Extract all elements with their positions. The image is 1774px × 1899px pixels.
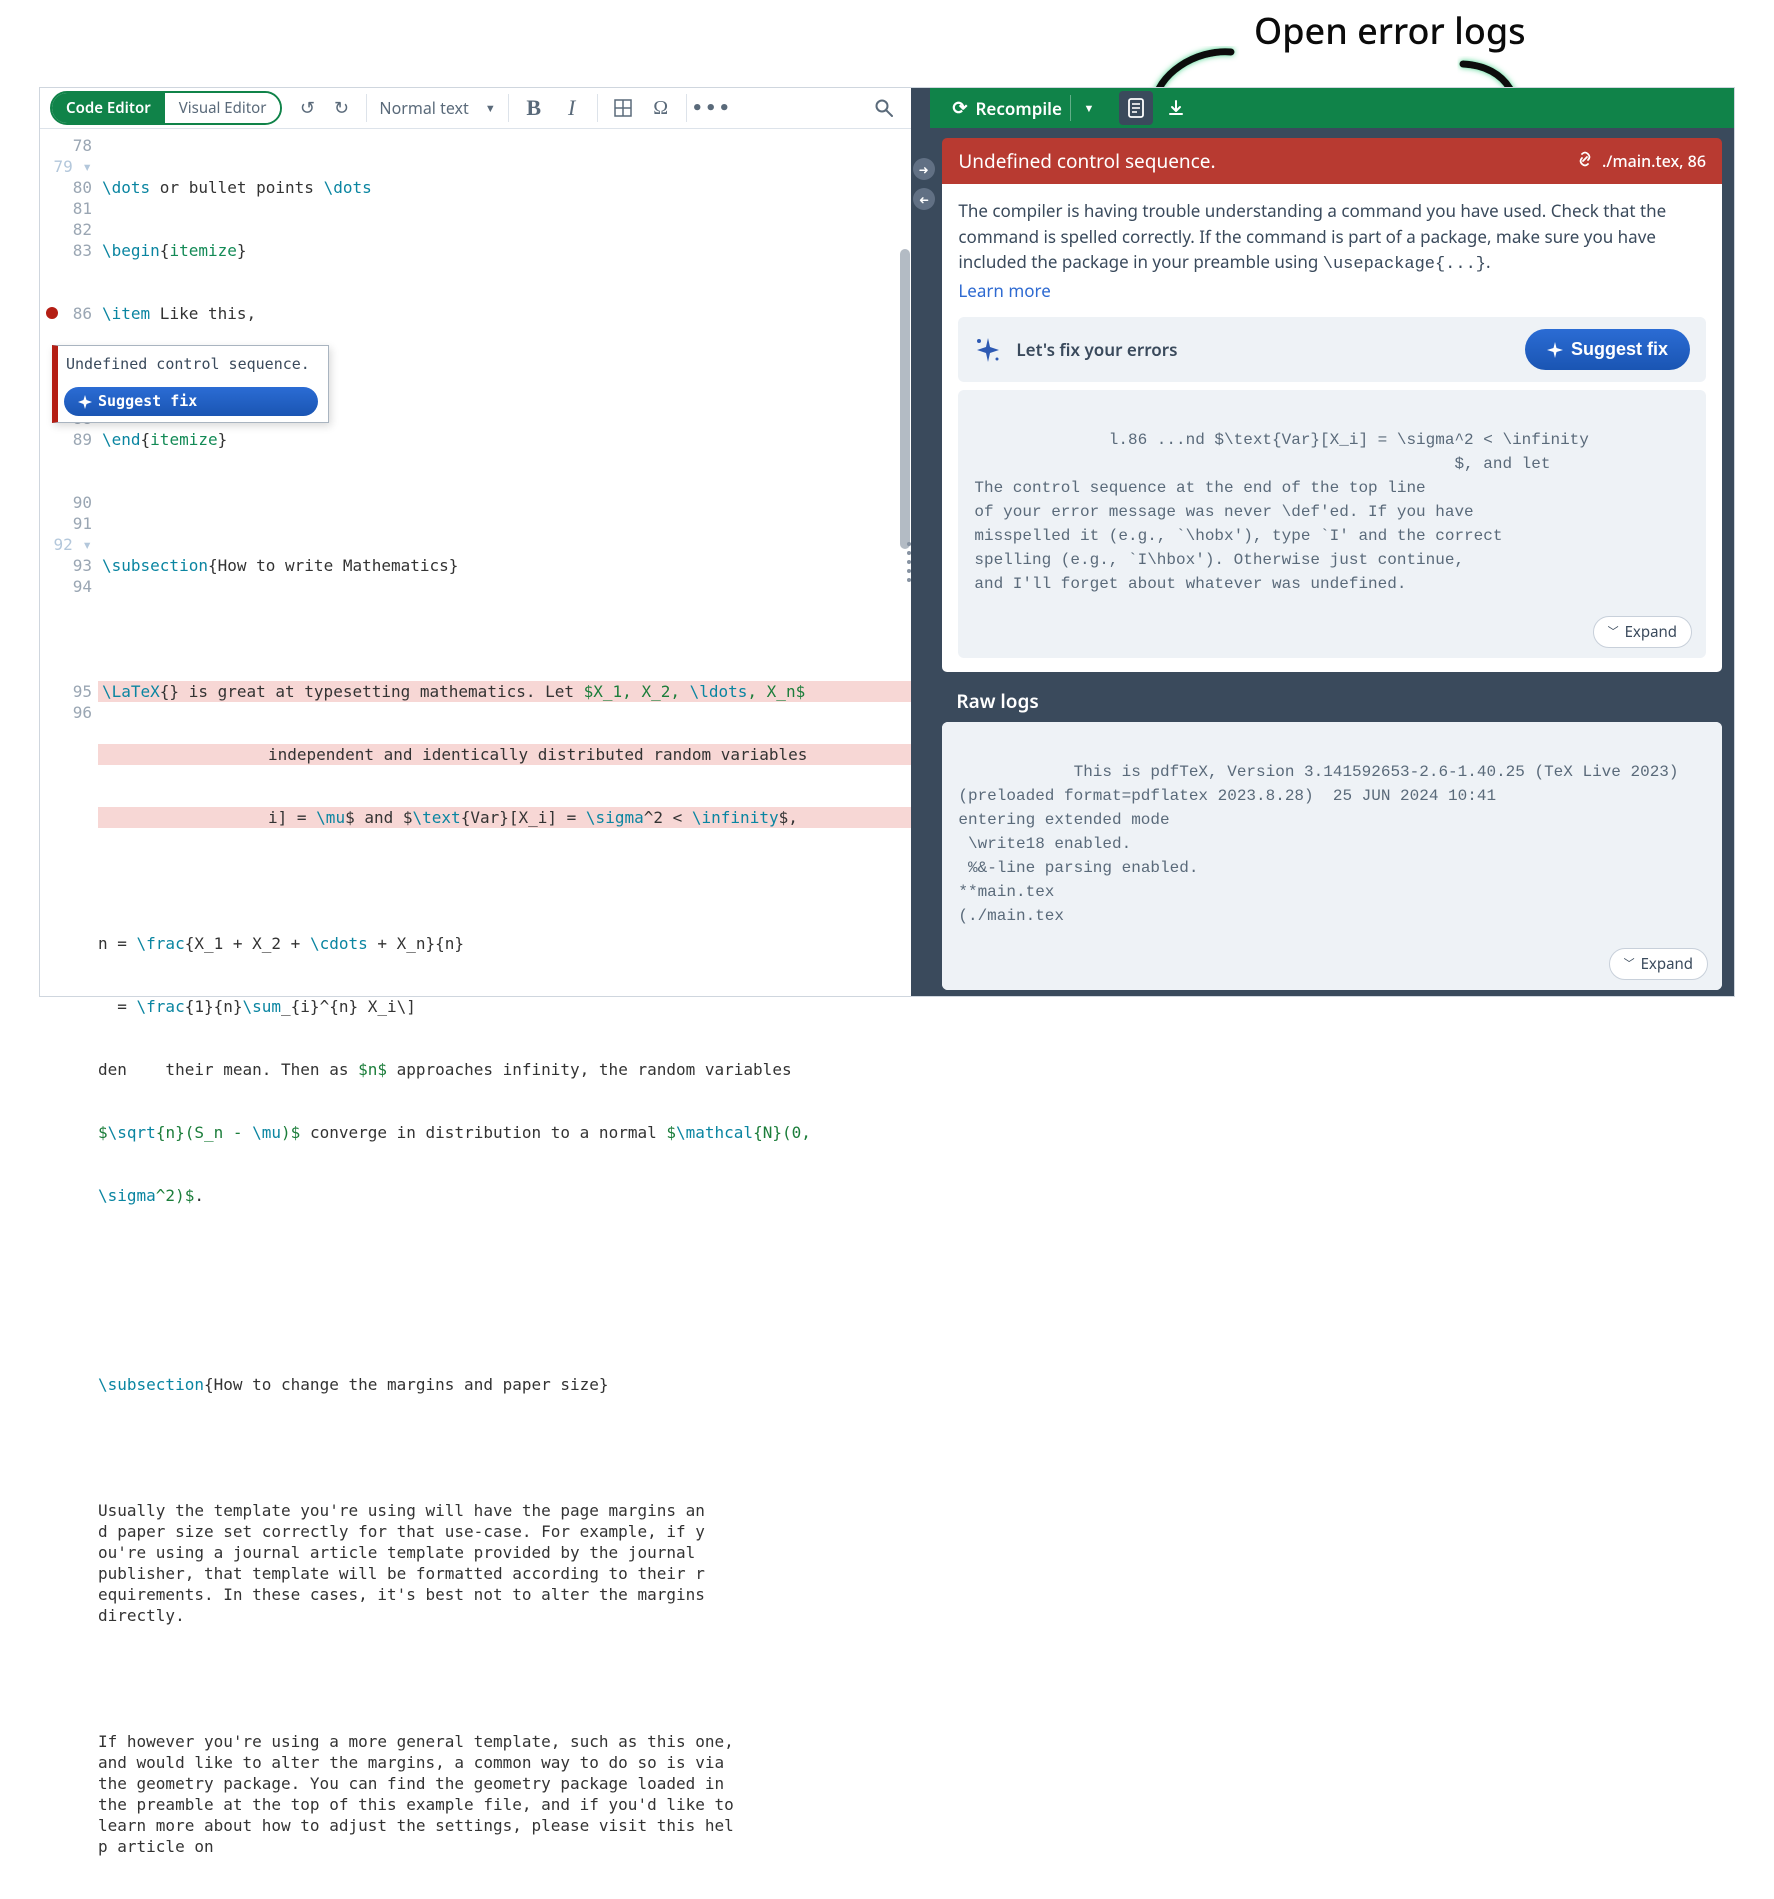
omega-icon[interactable]: Ω	[648, 95, 674, 121]
ai-suggestion-bar: Let's fix your errors Suggest fix	[958, 317, 1706, 382]
tab-visual-editor[interactable]: Visual Editor	[165, 93, 281, 123]
drag-handle-icon[interactable]	[907, 542, 915, 582]
sparkle-icon	[78, 395, 92, 409]
suggest-fix-label: Suggest fix	[1571, 339, 1668, 360]
error-marker-icon[interactable]	[46, 307, 58, 319]
log-pane: ⟳ Recompile ▼ Undefined control sequence…	[930, 88, 1734, 996]
refresh-icon: ⟳	[952, 96, 967, 120]
italic-icon[interactable]: I	[559, 95, 585, 121]
style-select[interactable]: Normal text ▼	[379, 97, 495, 119]
expand-label: Expand	[1641, 953, 1693, 976]
error-explanation: The compiler is having trouble understan…	[942, 184, 1722, 672]
bold-icon[interactable]: B	[521, 95, 547, 121]
error-location[interactable]: ./main.tex, 86	[1602, 150, 1706, 172]
expand-button[interactable]: ﹀ Expand	[1609, 948, 1708, 981]
style-select-label: Normal text	[379, 97, 468, 119]
editor-scrollbar-thumb[interactable]	[900, 249, 910, 549]
inline-suggest-fix-button[interactable]: Suggest fix	[64, 387, 318, 416]
link-icon	[1576, 150, 1594, 173]
editor-mode-toggle[interactable]: Code Editor Visual Editor	[50, 91, 282, 125]
table-icon[interactable]	[610, 95, 636, 121]
raw-logs-card: This is pdfTeX, Version 3.141592653-2.6-…	[942, 722, 1722, 990]
divider	[686, 94, 687, 122]
error-banner[interactable]: Undefined control sequence. ./main.tex, …	[942, 138, 1722, 184]
chevron-down-icon: ﹀	[1608, 624, 1619, 641]
ai-title: Let's fix your errors	[1016, 337, 1177, 363]
compiler-message: l.86 ...nd $\text{Var}[X_i] = \sigma^2 <…	[958, 390, 1706, 658]
suggest-fix-button[interactable]: Suggest fix	[1525, 329, 1690, 370]
recompile-button[interactable]: ⟳ Recompile ▼	[938, 88, 1113, 128]
paragraph: Usually the template you're using will h…	[98, 1500, 708, 1626]
collapse-right-icon[interactable]: ➜	[913, 158, 935, 180]
expand-label: Expand	[1625, 621, 1677, 644]
sparkle-icon	[974, 336, 1002, 364]
chevron-down-icon: ﹀	[1624, 956, 1635, 973]
log-content: Undefined control sequence. ./main.tex, …	[930, 128, 1734, 996]
raw-log-text: This is pdfTeX, Version 3.141592653-2.6-…	[958, 763, 1688, 925]
redo-icon[interactable]: ↻	[328, 95, 354, 121]
recompile-label: Recompile	[975, 97, 1061, 120]
editor-pane: Code Editor Visual Editor ↺ ↻ Normal tex…	[40, 88, 911, 996]
search-icon[interactable]	[871, 95, 897, 121]
pane-splitter[interactable]: ➜ ➜	[911, 88, 931, 996]
sparkle-icon	[1547, 342, 1563, 358]
inline-error-message: Undefined control sequence.	[58, 346, 318, 383]
divider	[1070, 95, 1071, 121]
error-card: Undefined control sequence. ./main.tex, …	[942, 138, 1722, 672]
expand-button[interactable]: ﹀ Expand	[1593, 616, 1692, 649]
log-toolbar: ⟳ Recompile ▼	[930, 88, 1734, 128]
paragraph: If however you're using a more general t…	[98, 1731, 738, 1857]
code-area[interactable]: 7879 ▾808182 83 86 878889 909192 ▾93 94 …	[40, 129, 911, 997]
undo-icon[interactable]: ↺	[294, 95, 320, 121]
inline-suggest-fix-label: Suggest fix	[98, 391, 197, 412]
error-line[interactable]: \LaTeX{} is great at typesetting mathema…	[98, 681, 911, 702]
logs-icon[interactable]	[1119, 91, 1153, 125]
gutter: 7879 ▾808182 83 86 878889 909192 ▾93 94 …	[40, 129, 102, 807]
more-icon[interactable]: •••	[699, 95, 725, 121]
inline-error-popup: Undefined control sequence. Suggest fix	[52, 345, 329, 423]
download-icon[interactable]	[1159, 91, 1193, 125]
raw-logs-heading: Raw logs	[938, 672, 1726, 720]
error-title: Undefined control sequence.	[958, 148, 1215, 174]
annotation-open-error-logs: Open error logs	[1254, 6, 1526, 55]
editor-toolbar: Code Editor Visual Editor ↺ ↻ Normal tex…	[40, 88, 911, 129]
learn-more-link[interactable]: Learn more	[958, 279, 1050, 302]
divider	[508, 94, 509, 122]
chevron-down-icon: ▼	[485, 101, 496, 116]
collapse-left-icon[interactable]: ➜	[913, 188, 935, 210]
token: \dots	[102, 178, 150, 197]
chevron-down-icon[interactable]: ▼	[1079, 101, 1099, 116]
tab-code-editor[interactable]: Code Editor	[52, 93, 165, 123]
app-window: Code Editor Visual Editor ↺ ↻ Normal tex…	[40, 88, 1734, 996]
divider	[366, 94, 367, 122]
divider	[597, 94, 598, 122]
